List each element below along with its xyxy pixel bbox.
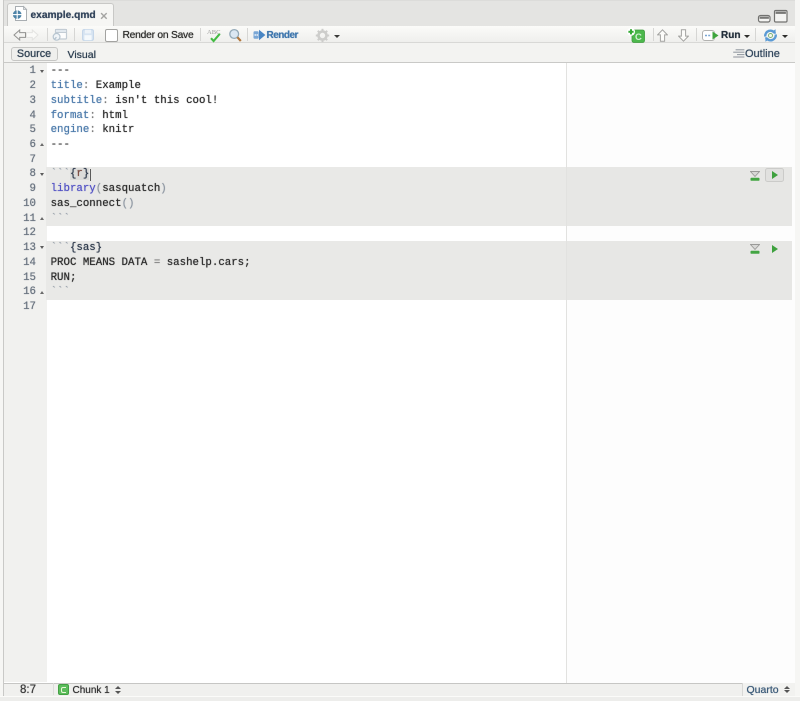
svg-text:C: C	[635, 32, 642, 43]
